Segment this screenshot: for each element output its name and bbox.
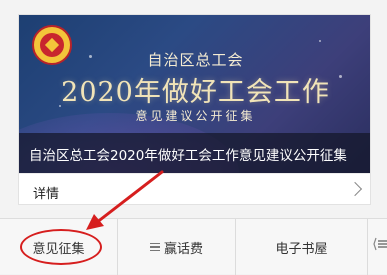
article-banner-image[interactable]: 自治区总工会 2020年做好工会工作 意见建议公开征集 自治区总工会2020年做…	[19, 15, 370, 173]
details-link[interactable]: 详情	[19, 173, 370, 204]
annotation-circle	[20, 229, 102, 265]
banner-title-line3: 意见建议公开征集	[135, 109, 256, 123]
article-caption: 自治区总工会2020年做好工会工作意见建议公开征集	[29, 148, 347, 164]
banner-title-line2: 2020年做好工会工作	[61, 77, 330, 108]
menu-tab-label: 赢话费	[163, 241, 203, 257]
menu-icon	[149, 241, 160, 254]
article-card[interactable]: 自治区总工会 2020年做好工会工作 意见建议公开征集 自治区总工会2020年做…	[18, 14, 371, 205]
menu-tab-ebook-library[interactable]: 电子书屋	[236, 219, 368, 275]
more-menu-icon[interactable]	[373, 236, 387, 252]
menu-tab-win-credit[interactable]: 赢话费	[118, 219, 236, 275]
menu-tab-label: 电子书屋	[275, 241, 328, 257]
caption-overlay: 自治区总工会2020年做好工会工作意见建议公开征集	[19, 133, 370, 173]
chevron-right-icon	[347, 181, 363, 197]
banner-sparkle	[319, 40, 321, 42]
details-label: 详情	[33, 187, 60, 202]
banner-title-line1: 自治区总工会	[147, 51, 244, 69]
